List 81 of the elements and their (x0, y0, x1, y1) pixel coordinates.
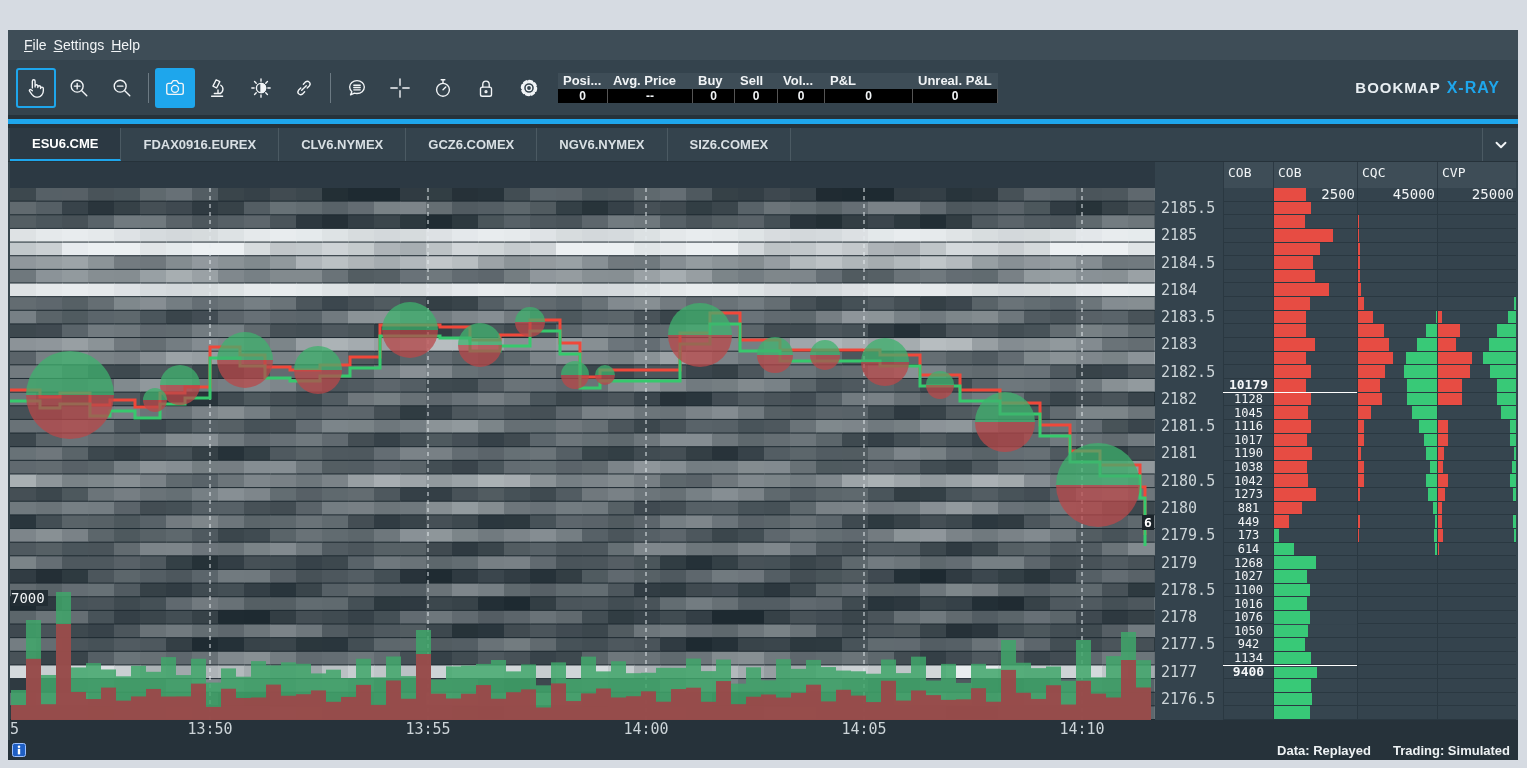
menu-item[interactable]: Settings (53, 37, 105, 53)
order-book-size: 1268 (1234, 556, 1263, 569)
price-label: 2178.5 (1160, 583, 1216, 597)
order-book-size: 1045 (1234, 406, 1263, 419)
order-book-size: 1017 (1234, 433, 1263, 446)
column-header: COB (1223, 162, 1273, 188)
data-mode-status: Data: Replayed (1277, 742, 1371, 758)
instrument-tab[interactable]: FDAX0916.EUREX (121, 128, 280, 161)
order-book-size: 614 (1237, 542, 1260, 555)
time-label: 14:00 (623, 720, 669, 738)
order-book-size: 1042 (1234, 474, 1263, 487)
stat-header: Unreal. P&L (913, 72, 998, 89)
price-label: 2185 (1160, 229, 1198, 243)
stat-header: Avg. Price (608, 72, 693, 89)
instrument-tab[interactable]: NGV6.NYMEX (537, 128, 668, 161)
crosshair-icon (389, 76, 411, 99)
column-header: CVP (1437, 162, 1516, 188)
column-header: CQC (1357, 162, 1437, 188)
price-label: 2181.5 (1160, 420, 1216, 434)
instrument-tab[interactable]: ESU6.CME (10, 128, 122, 161)
stat-header: Buy (693, 72, 735, 89)
price-label: 2177 (1160, 665, 1198, 679)
price-label: 2182.5 (1160, 365, 1216, 379)
order-book-size: 449 (1237, 515, 1260, 528)
order-book-size: 881 (1237, 502, 1260, 515)
price-label: 2177.5 (1160, 638, 1216, 652)
order-book-size: 1100 (1234, 583, 1263, 596)
order-book-size: 1128 (1234, 392, 1263, 405)
instrument-tab[interactable]: CLV6.NYMEX (279, 128, 407, 161)
menu-item[interactable]: File (24, 37, 47, 53)
price-label: 2176.5 (1160, 693, 1216, 706)
price-label: 2184 (1160, 283, 1198, 297)
stat-header: Posi... (558, 72, 608, 89)
price-label: 2182 (1160, 392, 1198, 406)
price-label: 2179 (1160, 556, 1198, 570)
price-label: 2184.5 (1160, 256, 1216, 270)
brightness-icon (250, 76, 272, 99)
time-label: 13:50 (187, 720, 233, 738)
info-icon[interactable] (12, 743, 26, 757)
hand-tool-button[interactable] (16, 67, 56, 108)
price-label: 2183.5 (1160, 311, 1216, 325)
scale-label: 25000 (1471, 188, 1514, 201)
price-label: 2183 (1160, 338, 1198, 352)
order-book-size: 942 (1237, 638, 1260, 651)
camera-button[interactable] (155, 67, 195, 108)
order-book-size: 1038 (1234, 461, 1263, 474)
stat-header: Sell (735, 72, 778, 89)
time-label: 13:55 (405, 720, 451, 738)
order-book-size: 1016 (1234, 597, 1263, 610)
order-book-size: 173 (1237, 529, 1260, 542)
column-header: COB (1273, 162, 1357, 188)
scale-label: 45000 (1392, 188, 1435, 201)
order-book-size: 1116 (1234, 420, 1263, 433)
instrument-tab[interactable]: SIZ6.COMEX (667, 128, 792, 161)
order-book-size: 1134 (1234, 652, 1263, 665)
order-book-size: 1190 (1234, 447, 1263, 460)
order-book-size: 1273 (1234, 488, 1263, 501)
stat-header: P&L (825, 72, 913, 89)
order-book-size: 1076 (1234, 611, 1263, 624)
price-label: 2180.5 (1160, 474, 1216, 488)
scale-label: 2500 (1321, 188, 1355, 201)
trading-mode-status: Trading: Simulated (1393, 742, 1510, 758)
volume-scale-label: 7000 (11, 590, 48, 606)
price-label: 2185.5 (1160, 201, 1216, 215)
order-book-size: 10179 (1228, 379, 1269, 392)
logo-text: X-RAY (1446, 78, 1500, 97)
order-book-size: 1027 (1234, 570, 1263, 583)
time-label: 5 (10, 720, 20, 738)
logo-text: BOOKMAP (1355, 78, 1441, 96)
price-label: 2181 (1160, 447, 1198, 461)
menu-item[interactable]: Help (111, 37, 140, 53)
price-label: 2178 (1160, 611, 1198, 625)
price-label: 2179.5 (1160, 529, 1216, 543)
stat-header: Vol... (778, 72, 825, 89)
instrument-tab[interactable]: GCZ6.COMEX (406, 128, 538, 161)
last-trade-size: 6 (1142, 515, 1154, 530)
time-label: 14:10 (1059, 720, 1105, 738)
price-label: 2180 (1160, 502, 1198, 516)
time-label: 14:05 (841, 720, 887, 738)
order-book-size: 9400 (1232, 665, 1265, 678)
order-book-size: 1050 (1234, 624, 1263, 637)
